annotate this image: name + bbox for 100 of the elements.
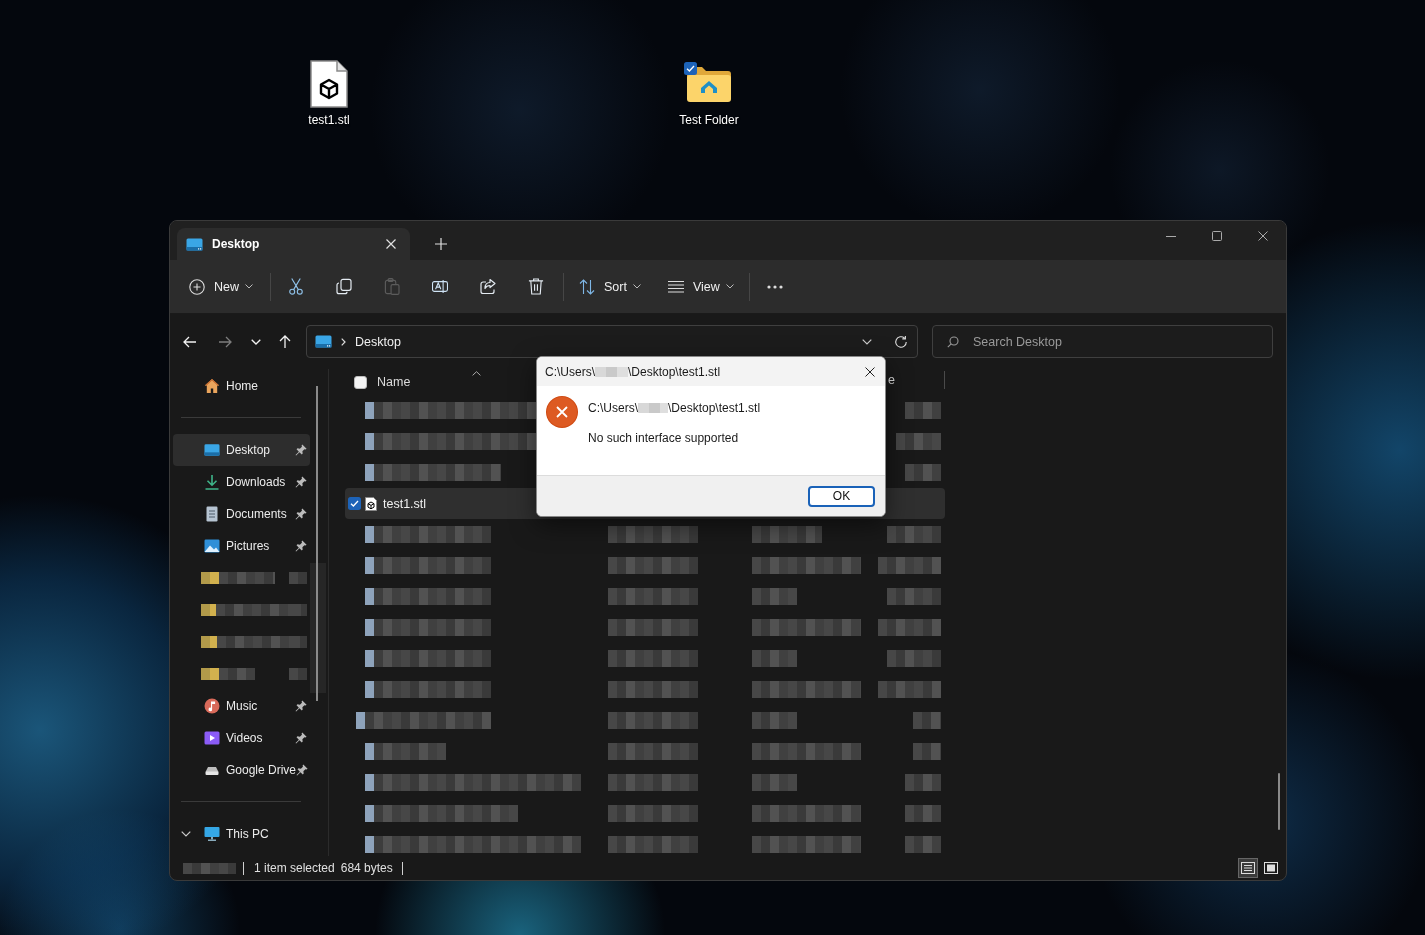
picture-icon bbox=[204, 538, 220, 554]
monitor-icon bbox=[186, 237, 203, 251]
error-icon bbox=[546, 396, 578, 428]
sidebar-item[interactable]: Downloads bbox=[173, 466, 310, 498]
sidebar-item[interactable]: Pictures bbox=[173, 530, 310, 562]
close-icon bbox=[1258, 231, 1268, 241]
redacted-block bbox=[887, 588, 941, 605]
redacted-block bbox=[752, 712, 797, 729]
redacted-block bbox=[905, 402, 941, 419]
selection-count: 1 item selected bbox=[254, 861, 335, 875]
desktop-icon-label[interactable]: Test Folder bbox=[679, 113, 739, 127]
caret-icon bbox=[632, 284, 641, 289]
monitor-icon bbox=[315, 335, 332, 348]
plus-circle-icon bbox=[189, 278, 205, 295]
redacted-block bbox=[289, 572, 307, 584]
pin-icon[interactable] bbox=[296, 764, 309, 776]
desktop-icon-label[interactable]: test1.stl bbox=[308, 113, 350, 127]
redacted-block bbox=[887, 650, 941, 667]
pin-icon[interactable] bbox=[295, 444, 307, 456]
redacted-block bbox=[878, 557, 941, 574]
arrow-left-icon bbox=[183, 335, 197, 348]
chevron-down-icon[interactable] bbox=[181, 831, 191, 837]
select-all-checkbox[interactable] bbox=[354, 375, 367, 389]
maximize-icon bbox=[1212, 231, 1222, 241]
sidebar-item[interactable]: Home bbox=[173, 370, 310, 402]
sidebar-item[interactable]: This PC bbox=[173, 818, 310, 850]
music-note-icon bbox=[204, 698, 220, 714]
sidebar-item[interactable]: Desktop bbox=[173, 434, 310, 466]
redacted-block bbox=[752, 650, 797, 667]
download-icon bbox=[204, 474, 220, 490]
column-header[interactable]: e bbox=[888, 373, 895, 387]
document-icon bbox=[204, 506, 220, 522]
redacted-block bbox=[878, 681, 941, 698]
ok-button[interactable]: OK bbox=[808, 485, 875, 507]
close-tab-icon[interactable] bbox=[386, 239, 396, 249]
search-field[interactable]: Search Desktop bbox=[932, 325, 1273, 358]
minimize-icon bbox=[1166, 235, 1176, 237]
pin-icon[interactable] bbox=[295, 540, 307, 552]
dialog-title: C:\Users\ bbox=[545, 364, 595, 379]
sidebar-item[interactable]: Documents bbox=[173, 498, 310, 530]
redacted-block bbox=[752, 774, 797, 791]
file-path-text: C:\Users\ bbox=[588, 401, 638, 415]
chevron-right-icon[interactable] bbox=[341, 337, 346, 346]
home-icon bbox=[204, 378, 220, 394]
3d-file-icon bbox=[365, 496, 377, 511]
3d-file-icon[interactable] bbox=[310, 60, 348, 108]
pin-icon[interactable] bbox=[295, 508, 307, 520]
redacted-block bbox=[595, 366, 628, 377]
pin-icon[interactable] bbox=[295, 732, 307, 744]
sort-arrows-icon bbox=[579, 278, 595, 295]
large-icons-view-icon bbox=[1264, 862, 1278, 874]
redacted-block bbox=[183, 862, 236, 874]
sidebar-item[interactable]: Google Drive bbox=[173, 754, 310, 786]
video-icon bbox=[204, 730, 220, 746]
details-view-icon bbox=[1241, 862, 1255, 874]
more-dots-icon bbox=[766, 284, 783, 289]
folder-icon[interactable] bbox=[685, 64, 733, 104]
redacted-block bbox=[896, 433, 941, 450]
checkbox-icon[interactable] bbox=[348, 497, 361, 510]
redacted-block bbox=[752, 588, 797, 605]
redacted-block bbox=[905, 805, 941, 822]
tab[interactable]: Desktop bbox=[177, 228, 410, 260]
computer-icon bbox=[204, 826, 220, 842]
file-path-text: \Desktop\test1.stl bbox=[668, 401, 761, 415]
redacted-block bbox=[905, 464, 941, 481]
sort-button[interactable]: Sort bbox=[571, 270, 649, 303]
checkbox-icon[interactable] bbox=[684, 62, 697, 75]
breadcrumb[interactable]: Desktop bbox=[355, 334, 401, 349]
redacted-block bbox=[905, 836, 941, 853]
refresh-icon bbox=[894, 334, 908, 349]
sidebar-item[interactable]: Music bbox=[173, 690, 310, 722]
pin-icon[interactable] bbox=[295, 476, 307, 488]
arrow-right-icon bbox=[218, 335, 232, 348]
details-view-button[interactable] bbox=[1238, 858, 1258, 878]
redacted-block bbox=[289, 668, 307, 680]
view-button[interactable]: View bbox=[659, 270, 742, 303]
close-icon bbox=[865, 366, 875, 377]
redacted-block bbox=[752, 526, 822, 543]
chevron-down-icon bbox=[862, 338, 872, 345]
redacted-block bbox=[913, 712, 941, 729]
chevron-down-icon bbox=[251, 338, 261, 345]
dialog-title: \Desktop\test1.stl bbox=[628, 364, 721, 379]
selection-size: 684 bytes bbox=[340, 861, 393, 875]
new-button[interactable]: New bbox=[181, 270, 261, 303]
caret-icon bbox=[245, 284, 253, 289]
address-bar[interactable]: Desktop bbox=[306, 325, 918, 358]
scrollbar[interactable] bbox=[1278, 773, 1280, 830]
redacted-block bbox=[638, 403, 668, 413]
plus-icon bbox=[435, 238, 447, 250]
caret-icon bbox=[725, 284, 734, 289]
list-view-icon bbox=[667, 278, 684, 295]
redacted-block bbox=[887, 526, 941, 543]
arrow-up-icon bbox=[279, 334, 291, 349]
monitor-icon bbox=[204, 442, 220, 458]
error-message: No such interface supported bbox=[588, 431, 740, 445]
file-name[interactable]: test1.stl bbox=[383, 496, 427, 511]
redacted-block bbox=[913, 743, 941, 760]
pin-icon[interactable] bbox=[295, 700, 307, 712]
sidebar-item[interactable]: Videos bbox=[173, 722, 310, 754]
redacted-block bbox=[878, 619, 941, 636]
